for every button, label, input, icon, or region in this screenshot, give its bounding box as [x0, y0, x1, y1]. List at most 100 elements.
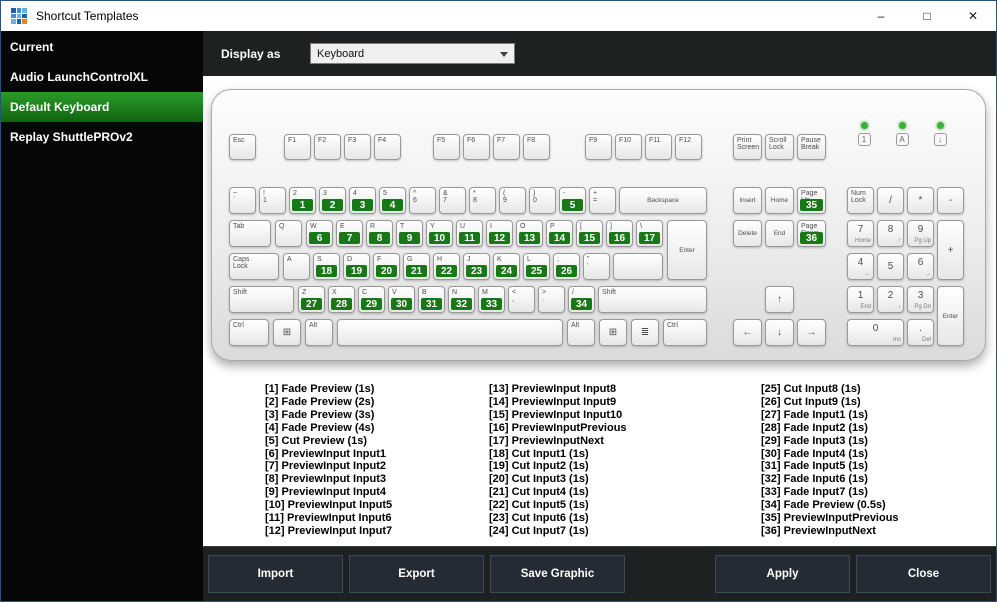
key-numsubtract[interactable]: -	[937, 187, 964, 214]
key-num3[interactable]: 3 Pg Dn	[907, 286, 934, 313]
key-num1[interactable]: 1 End	[847, 286, 874, 313]
key-arrowright[interactable]: →	[797, 319, 826, 346]
key-j[interactable]: J 23	[463, 253, 490, 280]
key-semicolon[interactable]: ; 26	[553, 253, 580, 280]
key-pageup[interactable]: Page Up35	[797, 187, 826, 214]
key-c[interactable]: C 29	[358, 286, 385, 313]
sidebar-item-audio-launchcontrolxl[interactable]: Audio LaunchControlXL	[1, 62, 203, 92]
apply-button[interactable]: Apply	[715, 555, 850, 593]
key-esc[interactable]: Esc	[229, 134, 256, 160]
key-enter[interactable]: Enter	[667, 220, 707, 280]
key-q[interactable]: Q	[275, 220, 302, 247]
key-num6[interactable]: 6 →	[907, 253, 934, 280]
key-v[interactable]: V 30	[388, 286, 415, 313]
minimize-button[interactable]: –	[858, 1, 904, 31]
key-numlock[interactable]: Num Lock	[847, 187, 874, 214]
key-g[interactable]: G 21	[403, 253, 430, 280]
key-f7[interactable]: F7	[493, 134, 520, 160]
key-comma[interactable]: < ,	[508, 286, 535, 313]
key-backspace[interactable]: Backspace	[619, 187, 707, 214]
key-f[interactable]: F 20	[373, 253, 400, 280]
key-quote[interactable]: " '	[583, 253, 610, 280]
sidebar-item-current[interactable]: Current	[1, 32, 203, 62]
key-num8[interactable]: 8 ↑	[877, 220, 904, 247]
key-num7[interactable]: 7 Home	[847, 220, 874, 247]
key-f5[interactable]: F5	[433, 134, 460, 160]
key-u[interactable]: U 11	[456, 220, 483, 247]
key-break[interactable]: Pause Break	[797, 134, 826, 160]
key-space[interactable]	[337, 319, 563, 346]
key-backslash[interactable]: \ 17	[636, 220, 663, 247]
key-minus[interactable]: -5	[559, 187, 586, 214]
key-digit1[interactable]: ! 1	[259, 187, 286, 214]
key-delete[interactable]: Delete	[733, 220, 762, 247]
key-f4[interactable]: F4	[374, 134, 401, 160]
key-digit8[interactable]: * 8	[469, 187, 496, 214]
key-altright[interactable]: Alt	[567, 319, 595, 346]
key-a[interactable]: A	[283, 253, 310, 280]
key-z[interactable]: Z 27	[298, 286, 325, 313]
key-p[interactable]: P 14	[546, 220, 573, 247]
key-f6[interactable]: F6	[463, 134, 490, 160]
key-num4[interactable]: 4 ←	[847, 253, 874, 280]
key-b[interactable]: B 31	[418, 286, 445, 313]
key-d[interactable]: D 19	[343, 253, 370, 280]
key-arrowup[interactable]: ↑	[765, 286, 794, 313]
key-winright[interactable]: ⊞	[599, 319, 627, 346]
key-k[interactable]: K 24	[493, 253, 520, 280]
key-bracketleft[interactable]: [15	[576, 220, 603, 247]
key-end[interactable]: End	[765, 220, 794, 247]
key-tab[interactable]: Tab	[229, 220, 271, 247]
key-num9[interactable]: 9 Pg Up	[907, 220, 934, 247]
key-alt[interactable]: Alt	[305, 319, 333, 346]
close-button[interactable]: Close	[856, 555, 991, 593]
key-home[interactable]: Home	[765, 187, 794, 214]
key-numenter[interactable]: Enter	[937, 286, 964, 346]
key-lock[interactable]: Scroll Lock	[765, 134, 794, 160]
key-numdivide[interactable]: /	[877, 187, 904, 214]
key-numdecimal[interactable]: . Del	[907, 319, 934, 346]
key-f2[interactable]: F2	[314, 134, 341, 160]
key-nummultiply[interactable]: *	[907, 187, 934, 214]
key-f1[interactable]: F1	[284, 134, 311, 160]
key-r[interactable]: R8	[366, 220, 393, 247]
key-digit0[interactable]: ) 0	[529, 187, 556, 214]
key-t[interactable]: T9	[396, 220, 423, 247]
key-w[interactable]: W6	[306, 220, 333, 247]
key-ctrlright[interactable]: Ctrl	[663, 319, 707, 346]
key-e[interactable]: E7	[336, 220, 363, 247]
key-f9[interactable]: F9	[585, 134, 612, 160]
key-arrowleft[interactable]: ←	[733, 319, 762, 346]
key-period[interactable]: > .	[538, 286, 565, 313]
key-x[interactable]: X 28	[328, 286, 355, 313]
key-digit6[interactable]: ^ 6	[409, 187, 436, 214]
key-slash[interactable]: / 34	[568, 286, 595, 313]
key-y[interactable]: Y 10	[426, 220, 453, 247]
key-num5[interactable]: 5	[877, 253, 904, 280]
close-window-button[interactable]: ✕	[950, 1, 996, 31]
key-f11[interactable]: F11	[645, 134, 672, 160]
key-lock[interactable]: Caps Lock	[229, 253, 279, 280]
maximize-button[interactable]: □	[904, 1, 950, 31]
key-digit4[interactable]: 43	[349, 187, 376, 214]
key-bracketright[interactable]: ] 16	[606, 220, 633, 247]
import-button[interactable]: Import	[208, 555, 343, 593]
key-shift[interactable]: Shift	[229, 286, 294, 313]
key-equals[interactable]: + =	[589, 187, 616, 214]
key-s[interactable]: S 18	[313, 253, 340, 280]
save-graphic-button[interactable]: Save Graphic	[490, 555, 625, 593]
key-o[interactable]: O 13	[516, 220, 543, 247]
key-shiftright[interactable]: Shift	[598, 286, 707, 313]
key-arrowdown[interactable]: ↓	[765, 319, 794, 346]
key-digit2[interactable]: 21	[289, 187, 316, 214]
key-pagedown[interactable]: Page Down36	[797, 220, 826, 247]
key-digit3[interactable]: 32	[319, 187, 346, 214]
key-i[interactable]: I 12	[486, 220, 513, 247]
key-digit5[interactable]: 54	[379, 187, 406, 214]
key-f8[interactable]: F8	[523, 134, 550, 160]
key-f3[interactable]: F3	[344, 134, 371, 160]
key-num2[interactable]: 2 ↓	[877, 286, 904, 313]
key-ctrl[interactable]: Ctrl	[229, 319, 269, 346]
key-num0[interactable]: 0 Ins	[847, 319, 904, 346]
display-as-dropdown[interactable]: Keyboard	[310, 43, 515, 64]
